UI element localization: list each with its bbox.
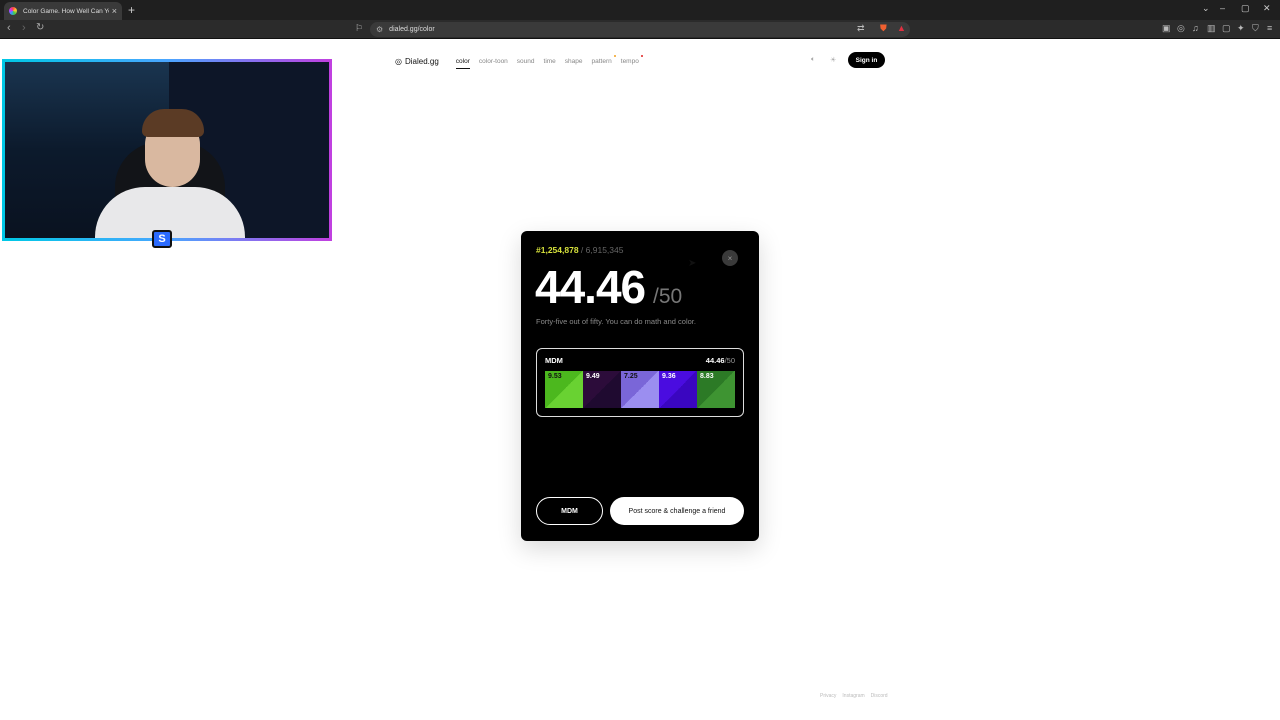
dial-logo-icon: ◎ xyxy=(395,56,402,66)
nav-color[interactable]: color xyxy=(455,58,470,69)
footer-links: Privacy Instagram Discord xyxy=(820,693,894,699)
wallet-icon[interactable]: ◎ xyxy=(1177,23,1185,34)
browser-tab[interactable]: Color Game. How Well Can You × xyxy=(4,2,122,20)
new-dot-icon xyxy=(613,54,616,57)
post-score-button[interactable]: Post score & challenge a friend xyxy=(610,497,744,525)
brave-shield-icon[interactable]: ⛊ xyxy=(880,23,887,34)
rank-line: #1,254,878 / 6,915,345 xyxy=(536,245,623,255)
mouse-cursor-icon: ➤ xyxy=(688,258,697,269)
new-dot-icon xyxy=(640,54,643,57)
score-max: /50 xyxy=(653,285,683,308)
back-icon[interactable]: ‹ xyxy=(7,22,11,34)
close-window-icon[interactable]: ✕ xyxy=(1263,3,1271,14)
footer-link-discord[interactable]: Discord xyxy=(871,693,888,699)
favicon-icon xyxy=(9,7,17,15)
card-player-name: MDM xyxy=(545,356,563,365)
nav-pattern[interactable]: pattern xyxy=(591,54,616,65)
nav-color-toon[interactable]: color-toon xyxy=(479,58,508,65)
theme-icon[interactable]: ☀ xyxy=(830,56,836,64)
ai-icon[interactable]: ✦ xyxy=(1237,23,1245,34)
translate-icon[interactable]: ⇄ xyxy=(857,23,865,34)
tab-close-icon[interactable]: × xyxy=(112,6,117,16)
card-score-max: /50 xyxy=(724,356,735,365)
vpn-icon[interactable]: ⛉ xyxy=(1252,23,1259,34)
nav-tempo-label: tempo xyxy=(620,57,639,65)
card-score-value: 44.46 xyxy=(705,356,725,365)
tabs-icon[interactable]: ▢ xyxy=(1222,23,1231,34)
swatch-score: 7.25 xyxy=(624,373,638,380)
result-modal: #1,254,878 / 6,915,345 × 44.46 /50 Forty… xyxy=(521,231,759,541)
sidebar-icon[interactable]: ▥ xyxy=(1207,23,1216,34)
nav-shape[interactable]: shape xyxy=(565,58,583,65)
footer-link-privacy[interactable]: Privacy xyxy=(820,693,836,699)
reload-icon[interactable]: ↻ xyxy=(36,22,44,33)
rewards-icon[interactable]: ▲ xyxy=(897,23,906,33)
score-card[interactable]: MDM 44.46/50 9.53 9.49 7.25 9.36 8.83 xyxy=(536,348,744,417)
tab-search-icon[interactable]: ⌄ xyxy=(1202,3,1210,14)
extension-icon[interactable]: ▣ xyxy=(1162,23,1171,34)
rank-total: / 6,915,345 xyxy=(580,245,624,255)
nav-pattern-label: pattern xyxy=(591,57,612,65)
brand-name: Dialed.gg xyxy=(404,56,439,66)
rank-value: #1,254,878 xyxy=(536,245,579,255)
streamer-logo-icon: S xyxy=(152,230,172,248)
tab-title: Color Game. How Well Can You xyxy=(23,7,109,15)
color-swatch: 9.36 xyxy=(659,371,697,408)
color-swatch: 7.25 xyxy=(621,371,659,408)
score-value: 44.46 xyxy=(535,261,646,313)
site-nav: ◎ Dialed.gg color color-toon sound time … xyxy=(395,54,648,69)
user-button[interactable]: MDM xyxy=(536,497,603,525)
url-text: dialed.gg/color xyxy=(389,26,435,33)
bookmark-icon[interactable]: ⚐ xyxy=(355,23,363,34)
browser-toolbar: ‹ › ↻ ⚐ ⚙ dialed.gg/color ⇄ ⛊ ▲ ▣ ◎ ♫ ▥ … xyxy=(0,20,1280,39)
menu-icon[interactable]: ≡ xyxy=(1267,23,1272,33)
color-swatch: 8.83 xyxy=(697,371,735,408)
new-tab-icon[interactable]: + xyxy=(128,3,135,17)
brand[interactable]: ◎ Dialed.gg xyxy=(395,57,439,66)
nav-sound[interactable]: sound xyxy=(517,58,535,65)
minimize-icon[interactable]: – xyxy=(1220,3,1225,13)
nav-time[interactable]: time xyxy=(544,58,556,65)
person-hair xyxy=(142,109,204,137)
sign-in-button[interactable]: Sign in xyxy=(848,52,885,68)
color-swatch: 9.49 xyxy=(583,371,621,408)
browser-tab-bar: Color Game. How Well Can You × + ⌄ – ▢ ✕ xyxy=(0,0,1280,20)
mute-icon[interactable]: 🔈︎ xyxy=(811,56,815,64)
swatch-score: 9.53 xyxy=(548,373,562,380)
address-bar[interactable]: ⚙ dialed.gg/color xyxy=(370,22,910,37)
nav-tempo[interactable]: tempo xyxy=(620,54,643,65)
webcam-overlay xyxy=(2,59,332,241)
footer-link-instagram[interactable]: Instagram xyxy=(842,693,864,699)
swatch-score: 8.83 xyxy=(700,373,714,380)
color-swatch: 9.53 xyxy=(545,371,583,408)
site-info-icon[interactable]: ⚙ xyxy=(376,25,383,34)
swatch-score: 9.36 xyxy=(662,373,676,380)
score-description: Forty-five out of fifty. You can do math… xyxy=(536,317,696,326)
forward-icon[interactable]: › xyxy=(22,22,26,34)
close-button[interactable]: × xyxy=(722,250,738,266)
swatch-score: 9.49 xyxy=(586,373,600,380)
music-icon[interactable]: ♫ xyxy=(1192,23,1199,33)
maximize-icon[interactable]: ▢ xyxy=(1241,3,1250,14)
card-score: 44.46/50 xyxy=(706,356,735,365)
color-swatches: 9.53 9.49 7.25 9.36 8.83 xyxy=(545,371,735,408)
